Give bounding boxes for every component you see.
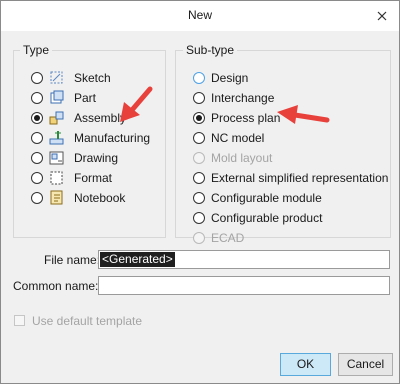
use-default-template-checkbox [14, 315, 25, 326]
title-bar: New [1, 1, 399, 31]
design-radio[interactable] [193, 72, 205, 84]
subtype-group-title: Sub-type [183, 43, 238, 57]
subtype-option-ecad: ECAD [176, 229, 390, 249]
configurable-module-radio[interactable] [193, 192, 205, 204]
notebook-icon [50, 190, 63, 205]
nc-model-label: NC model [211, 131, 265, 145]
ecad-label: ECAD [211, 231, 245, 245]
part-radio[interactable] [31, 92, 43, 104]
type-group-title: Type [20, 43, 53, 57]
part-icon [50, 90, 64, 104]
format-radio[interactable] [31, 172, 43, 184]
file-name-value: <Generated> [100, 252, 175, 267]
subtype-option-mold-layout: Mold layout [176, 149, 390, 169]
nc-model-radio[interactable] [193, 132, 205, 144]
subtype-option-design[interactable]: Design [176, 69, 390, 89]
drawing-radio[interactable] [31, 152, 43, 164]
mold-layout-label: Mold layout [211, 151, 273, 165]
manufacturing-radio[interactable] [31, 132, 43, 144]
cancel-button[interactable]: Cancel [338, 353, 393, 376]
notebook-radio[interactable] [31, 192, 43, 204]
manufacturing-label: Manufacturing [74, 131, 151, 145]
type-option-manufacturing[interactable]: Manufacturing [14, 129, 165, 149]
close-icon[interactable] [371, 5, 393, 27]
new-dialog: New Type Sketch Part Assembly Manufactur… [0, 0, 400, 384]
annotation-arrow-assembly [120, 86, 153, 122]
process-plan-radio[interactable] [193, 112, 205, 124]
interchange-label: Interchange [211, 91, 275, 105]
configurable-product-radio[interactable] [193, 212, 205, 224]
configurable-product-label: Configurable product [211, 211, 323, 225]
format-icon [50, 171, 63, 185]
sketch-label: Sketch [74, 71, 111, 85]
external-simplified-representation-radio[interactable] [193, 172, 205, 184]
common-name-input[interactable] [98, 276, 390, 295]
ok-button[interactable]: OK [280, 353, 331, 376]
type-option-notebook[interactable]: Notebook [14, 189, 165, 209]
dialog-title: New [187, 8, 212, 22]
type-group: Type Sketch Part Assembly Manufacturing … [13, 43, 166, 238]
drawing-label: Drawing [74, 151, 119, 165]
notebook-label: Notebook [74, 191, 126, 205]
subtype-group: Sub-type Design Interchange Process plan… [175, 43, 391, 245]
assembly-icon [49, 111, 64, 125]
subtype-option-external-simplified-representation[interactable]: External simplified representation [176, 169, 390, 189]
ecad-radio [193, 232, 205, 244]
file-name-label: File name: [44, 253, 101, 267]
annotation-arrow-process-plan [277, 105, 330, 124]
subtype-option-configurable-module[interactable]: Configurable module [176, 189, 390, 209]
mold-layout-radio [193, 152, 205, 164]
drawing-icon [49, 151, 64, 165]
configurable-module-label: Configurable module [211, 191, 322, 205]
part-label: Part [74, 91, 97, 105]
design-label: Design [211, 71, 249, 85]
external-simplified-representation-label: External simplified representation [211, 171, 389, 185]
use-default-template-label: Use default template [32, 314, 143, 328]
file-name-input[interactable]: <Generated> [98, 250, 390, 269]
format-label: Format [74, 171, 113, 185]
manufacturing-icon [49, 131, 64, 145]
type-option-format[interactable]: Format [14, 169, 165, 189]
subtype-option-nc-model[interactable]: NC model [176, 129, 390, 149]
sketch-radio[interactable] [31, 72, 43, 84]
assembly-radio[interactable] [31, 112, 43, 124]
process-plan-label: Process plan [211, 111, 281, 125]
type-option-drawing[interactable]: Drawing [14, 149, 165, 169]
sketch-icon [50, 71, 63, 84]
common-name-label: Common name: [13, 279, 99, 293]
interchange-radio[interactable] [193, 92, 205, 104]
subtype-option-configurable-product[interactable]: Configurable product [176, 209, 390, 229]
